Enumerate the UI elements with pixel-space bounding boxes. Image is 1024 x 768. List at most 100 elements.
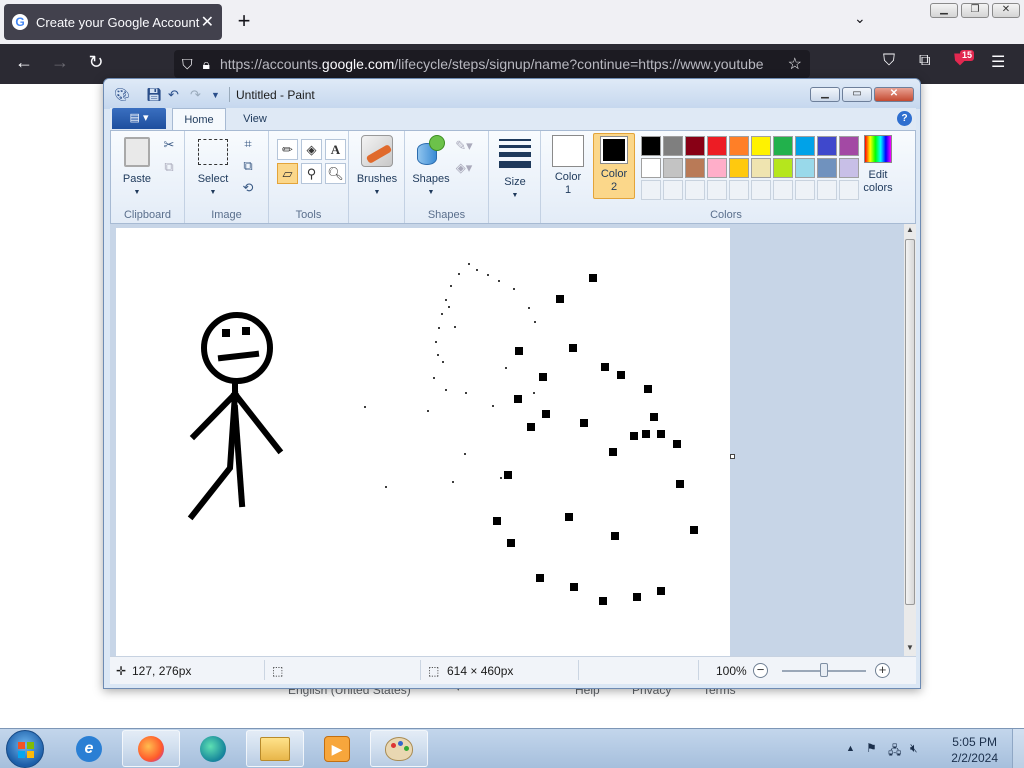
minimize-button[interactable]: ▁ xyxy=(930,3,958,18)
palette-swatch[interactable] xyxy=(817,158,837,178)
undo-icon[interactable]: ↶ xyxy=(168,87,179,103)
taskbar-file-explorer[interactable] xyxy=(246,730,304,767)
zoom-in-button[interactable]: + xyxy=(875,663,890,678)
palette-swatch[interactable] xyxy=(839,136,859,156)
eraser-icon[interactable]: ▱ xyxy=(277,163,298,184)
palette-custom-slot[interactable] xyxy=(817,180,837,200)
help-icon[interactable]: ? xyxy=(897,111,912,126)
canvas-resize-handle[interactable] xyxy=(730,454,735,459)
palette-custom-slot[interactable] xyxy=(773,180,793,200)
bookmark-star-icon[interactable]: ☆ xyxy=(788,54,802,74)
palette-swatch[interactable] xyxy=(795,136,815,156)
scroll-up-arrow-icon[interactable]: ▲ xyxy=(904,225,916,237)
size-button[interactable]: Size ▼ xyxy=(495,135,535,202)
palette-swatch[interactable] xyxy=(795,158,815,178)
palette-swatch[interactable] xyxy=(641,158,661,178)
url-bar[interactable]: ⛉ 🔒︎ https://accounts.google.com/lifecyc… xyxy=(174,50,810,78)
zoom-slider-thumb[interactable] xyxy=(820,663,828,677)
customize-quick-access-icon[interactable]: ▼ xyxy=(211,90,220,100)
palette-swatch[interactable] xyxy=(663,136,683,156)
palette-swatch[interactable] xyxy=(773,136,793,156)
text-tool-icon[interactable]: A xyxy=(325,139,346,160)
color2-button[interactable]: Color 2 xyxy=(593,133,635,199)
palette-swatch[interactable] xyxy=(685,136,705,156)
drawing-canvas[interactable] xyxy=(116,228,730,656)
show-hidden-icons-icon[interactable]: ▲ xyxy=(846,743,855,753)
tab-view[interactable]: View xyxy=(230,108,280,130)
taskbar-edge[interactable] xyxy=(184,730,242,767)
taskbar-media-player[interactable]: ▶ xyxy=(308,730,366,767)
color-picker-icon[interactable]: ⚲ xyxy=(301,163,322,184)
clock[interactable]: 5:05 PM 2/2/2024 xyxy=(951,734,998,766)
brushes-button[interactable]: Brushes ▼ xyxy=(353,135,401,199)
menu-icon[interactable]: ☰ xyxy=(991,52,1005,72)
palette-swatch[interactable] xyxy=(641,136,661,156)
rotate-icon[interactable]: ⟲ xyxy=(239,179,257,197)
reload-icon[interactable]: ↻ xyxy=(84,52,108,73)
paint-minimize-button[interactable]: ▁ xyxy=(810,87,840,102)
palette-custom-slot[interactable] xyxy=(641,180,661,200)
zoom-out-button[interactable]: − xyxy=(753,663,768,678)
copy-icon[interactable]: ⧉ xyxy=(160,158,178,176)
paste-button[interactable]: Paste ▼ xyxy=(117,137,157,199)
volume-muted-icon[interactable]: 🔇︎ xyxy=(910,741,918,756)
close-tab-icon[interactable]: ✕ xyxy=(201,12,214,32)
taskbar-internet-explorer[interactable]: e xyxy=(60,730,118,767)
palette-swatch[interactable] xyxy=(663,158,683,178)
palette-swatch[interactable] xyxy=(751,158,771,178)
show-desktop-button[interactable] xyxy=(1012,729,1024,768)
fill-bucket-icon[interactable]: ◈ xyxy=(301,139,322,160)
extensions-icon[interactable]: ⧉ xyxy=(919,52,930,70)
network-icon[interactable]: 🖧 xyxy=(888,741,901,762)
palette-custom-slot[interactable] xyxy=(839,180,859,200)
start-button[interactable] xyxy=(6,730,44,768)
action-center-flag-icon[interactable]: ⚑ xyxy=(866,741,877,755)
forward-arrow-icon[interactable]: → xyxy=(48,52,72,73)
resize-icon[interactable]: ⧉ xyxy=(239,157,257,175)
select-button[interactable]: Select ▼ xyxy=(191,137,235,199)
file-menu-button[interactable]: ▤ ▾ xyxy=(112,108,166,129)
scrollbar-thumb[interactable] xyxy=(905,239,915,605)
paint-close-button[interactable]: ✕ xyxy=(874,87,914,102)
palette-swatch[interactable] xyxy=(751,136,771,156)
tab-home[interactable]: Home xyxy=(172,108,226,130)
lock-icon[interactable]: 🔒︎ xyxy=(203,56,210,73)
palette-swatch[interactable] xyxy=(707,136,727,156)
cut-icon[interactable]: ✂ xyxy=(160,136,178,154)
close-button[interactable]: ✕ xyxy=(992,3,1020,18)
palette-custom-slot[interactable] xyxy=(707,180,727,200)
palette-custom-slot[interactable] xyxy=(663,180,683,200)
palette-swatch[interactable] xyxy=(685,158,705,178)
tab-google-account[interactable]: G Create your Google Account ✕ xyxy=(4,4,222,40)
palette-custom-slot[interactable] xyxy=(729,180,749,200)
palette-swatch[interactable] xyxy=(729,136,749,156)
palette-swatch[interactable] xyxy=(817,136,837,156)
tracking-shield-icon[interactable]: ⛉ xyxy=(182,56,193,73)
shapes-button[interactable]: Shapes ▼ xyxy=(409,135,453,199)
new-tab-button[interactable]: + xyxy=(232,8,256,34)
vertical-scrollbar[interactable]: ▲ ▼ xyxy=(904,224,916,656)
restore-button[interactable]: ❐ xyxy=(961,3,989,18)
paint-maximize-button[interactable]: ▭ xyxy=(842,87,872,102)
palette-custom-slot[interactable] xyxy=(795,180,815,200)
taskbar-firefox[interactable] xyxy=(122,730,180,767)
edit-colors-button[interactable]: Edit colors xyxy=(853,135,903,195)
list-all-tabs-chevron-icon[interactable]: ⌄ xyxy=(854,10,866,27)
color1-button[interactable]: Color 1 xyxy=(549,135,587,197)
outline-icon[interactable]: ✎▾ xyxy=(455,137,473,155)
palette-swatch[interactable] xyxy=(729,158,749,178)
save-icon[interactable]: 💾︎ xyxy=(146,87,163,103)
palette-custom-slot[interactable] xyxy=(685,180,705,200)
pocket-icon[interactable]: ⛉ xyxy=(883,52,895,70)
palette-swatch[interactable] xyxy=(707,158,727,178)
palette-swatch[interactable] xyxy=(839,158,859,178)
taskbar-paint[interactable] xyxy=(370,730,428,767)
paint-app-icon[interactable]: 🎨︎ xyxy=(114,87,131,103)
palette-custom-slot[interactable] xyxy=(751,180,771,200)
scroll-down-arrow-icon[interactable]: ▼ xyxy=(904,643,916,655)
pencil-icon[interactable]: ✏ xyxy=(277,139,298,160)
palette-swatch[interactable] xyxy=(773,158,793,178)
crop-icon[interactable]: ⌗ xyxy=(239,135,257,153)
redo-icon[interactable]: ↷ xyxy=(190,87,201,103)
magnifier-icon[interactable]: 🔍︎ xyxy=(325,163,346,184)
